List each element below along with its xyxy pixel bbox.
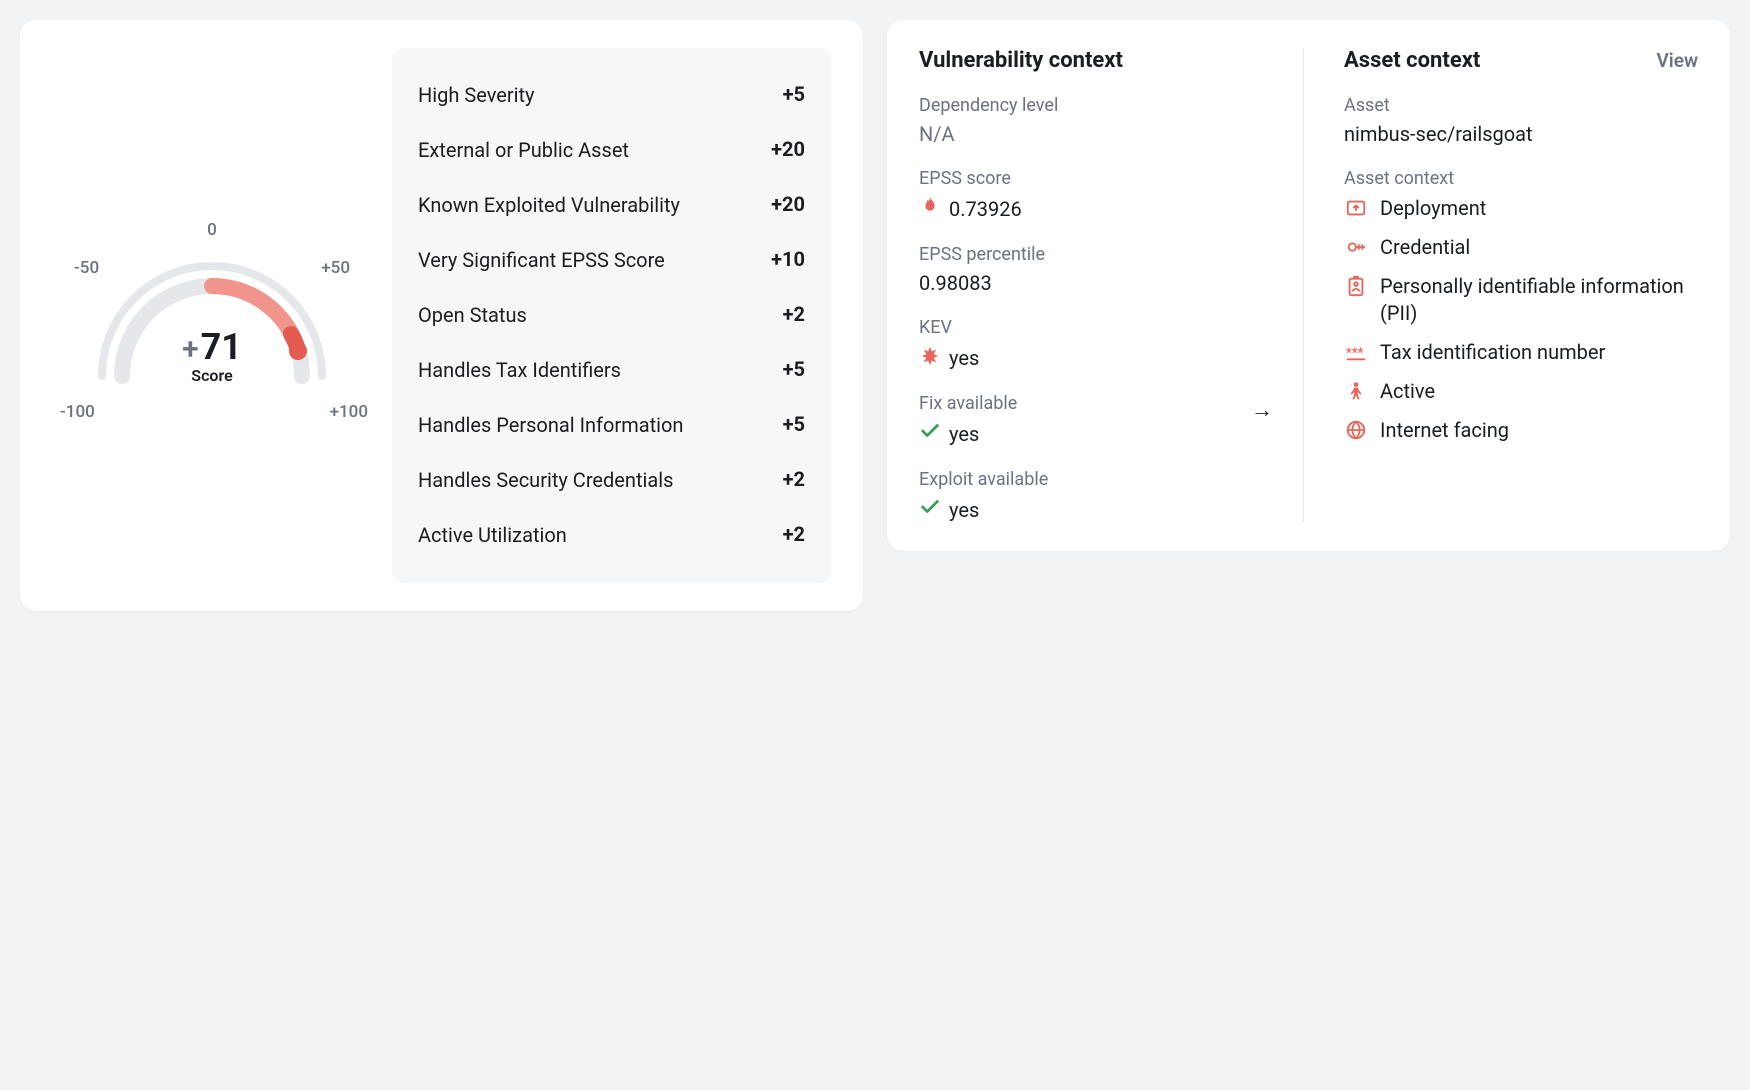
factor-value: +10 [771, 247, 805, 271]
asset-field: Asset nimbus-sec/railsgoat [1344, 95, 1698, 146]
asset-context-item: Personally identifiable information (PII… [1344, 273, 1698, 327]
asset-context-item: Internet facing [1344, 417, 1698, 444]
svg-text:***: *** [1346, 346, 1364, 361]
asset-context-item: Credential [1344, 234, 1698, 261]
factor-value: +5 [783, 357, 805, 381]
dependency-level-label: Dependency level [919, 95, 1273, 116]
score-factors-panel: High Severity +5 External or Public Asset +… [392, 48, 831, 583]
asset-value: nimbus-sec/railsgoat [1344, 122, 1698, 146]
factor-row: Open Status +2 [418, 288, 805, 343]
factor-row: High Severity +5 [418, 68, 805, 123]
asset-context-item: *** Tax identification number [1344, 339, 1698, 366]
vulnerability-context-column: Vulnerability context Dependency level N… [919, 48, 1304, 523]
asset-context-list-label: Asset context [1344, 168, 1698, 189]
factor-row: Active Utilization +2 [418, 508, 805, 563]
kev-field: KEV yes [919, 317, 1273, 371]
fix-available-field[interactable]: → Fix available yes [919, 393, 1273, 447]
kev-label: KEV [919, 317, 1273, 338]
factor-label: Handles Security Credentials [418, 467, 763, 494]
gauge-score-sign: + [182, 332, 199, 367]
deployment-icon [1344, 195, 1368, 219]
gauge-tick-m50: -50 [74, 258, 99, 278]
check-icon [919, 496, 941, 523]
arrow-right-icon: → [1251, 397, 1273, 423]
gauge-section: 0 -50 +50 -100 +100 +71 Score [52, 48, 372, 583]
check-icon [919, 420, 941, 447]
factor-label: High Severity [418, 82, 763, 109]
context-card: Vulnerability context Dependency level N… [887, 20, 1730, 551]
fix-available-label: Fix available [919, 393, 1273, 414]
dependency-level-field: Dependency level N/A [919, 95, 1273, 146]
gauge-score-label: Score [62, 366, 362, 385]
gauge-tick-p50: +50 [321, 258, 350, 278]
asset-context-column: Asset context View Asset nimbus-sec/rail… [1344, 48, 1698, 523]
score-card: 0 -50 +50 -100 +100 +71 Score High Sever… [20, 20, 863, 611]
gauge-tick-p100: +100 [330, 402, 368, 422]
factor-row: Handles Tax Identifiers +5 [418, 343, 805, 398]
factor-value: +5 [783, 412, 805, 436]
gauge-tick-0: 0 [207, 220, 217, 240]
asset-context-item-label: Deployment [1380, 195, 1486, 222]
factor-value: +2 [783, 522, 805, 546]
asset-context-item-label: Personally identifiable information (PII… [1380, 273, 1698, 327]
factor-row: Handles Personal Information +5 [418, 398, 805, 453]
exploit-available-value: yes [919, 496, 1273, 523]
asset-context-item: Active [1344, 378, 1698, 405]
asset-context-list-section: Asset context Deployment Credential Person… [1344, 168, 1698, 444]
exploit-available-field: Exploit available yes [919, 469, 1273, 523]
asset-context-item: Deployment [1344, 195, 1698, 222]
asset-context-item-label: Internet facing [1380, 417, 1509, 444]
vulnerability-context-heading: Vulnerability context [919, 48, 1273, 73]
asset-context-item-label: Credential [1380, 234, 1470, 261]
factor-row: Handles Security Credentials +2 [418, 453, 805, 508]
id-badge-icon [1344, 273, 1368, 297]
factor-label: Active Utilization [418, 522, 763, 549]
person-icon [1344, 378, 1368, 402]
factor-value: +5 [783, 82, 805, 106]
dependency-level-value: N/A [919, 122, 1273, 146]
globe-icon [1344, 417, 1368, 441]
factor-row: Known Exploited Vulnerability +20 [418, 178, 805, 233]
factor-row: Very Significant EPSS Score +10 [418, 233, 805, 288]
factor-value: +20 [771, 137, 805, 161]
gauge-score-number: 71 [201, 326, 242, 368]
asset-label: Asset [1344, 95, 1698, 116]
kev-value: yes [919, 344, 1273, 371]
asterisks-icon: *** [1344, 339, 1368, 363]
epss-percentile-value: 0.98083 [919, 271, 1273, 295]
epss-score-value: 0.73926 [919, 195, 1273, 222]
epss-percentile-field: EPSS percentile 0.98083 [919, 244, 1273, 295]
gauge: 0 -50 +50 -100 +100 +71 Score [62, 216, 362, 416]
factor-label: Handles Personal Information [418, 412, 763, 439]
epss-percentile-label: EPSS percentile [919, 244, 1273, 265]
factor-label: Open Status [418, 302, 763, 329]
gauge-score-value: +71 [62, 326, 362, 368]
asset-context-item-label: Active [1380, 378, 1435, 405]
exploit-available-label: Exploit available [919, 469, 1273, 490]
epss-score-field: EPSS score 0.73926 [919, 168, 1273, 222]
view-link[interactable]: View [1656, 49, 1698, 72]
factor-value: +2 [783, 467, 805, 491]
asset-context-heading: Asset context [1344, 48, 1480, 73]
factor-label: Known Exploited Vulnerability [418, 192, 751, 219]
flame-icon [919, 195, 941, 222]
explosion-icon [919, 344, 941, 371]
factor-value: +20 [771, 192, 805, 216]
gauge-tick-m100: -100 [60, 402, 95, 422]
fix-available-value: yes [919, 420, 1273, 447]
asset-context-item-label: Tax identification number [1380, 339, 1605, 366]
key-icon [1344, 234, 1368, 258]
epss-score-label: EPSS score [919, 168, 1273, 189]
factor-value: +2 [783, 302, 805, 326]
factor-row: External or Public Asset +20 [418, 123, 805, 178]
factor-label: Very Significant EPSS Score [418, 247, 751, 274]
factor-label: External or Public Asset [418, 137, 751, 164]
factor-label: Handles Tax Identifiers [418, 357, 763, 384]
